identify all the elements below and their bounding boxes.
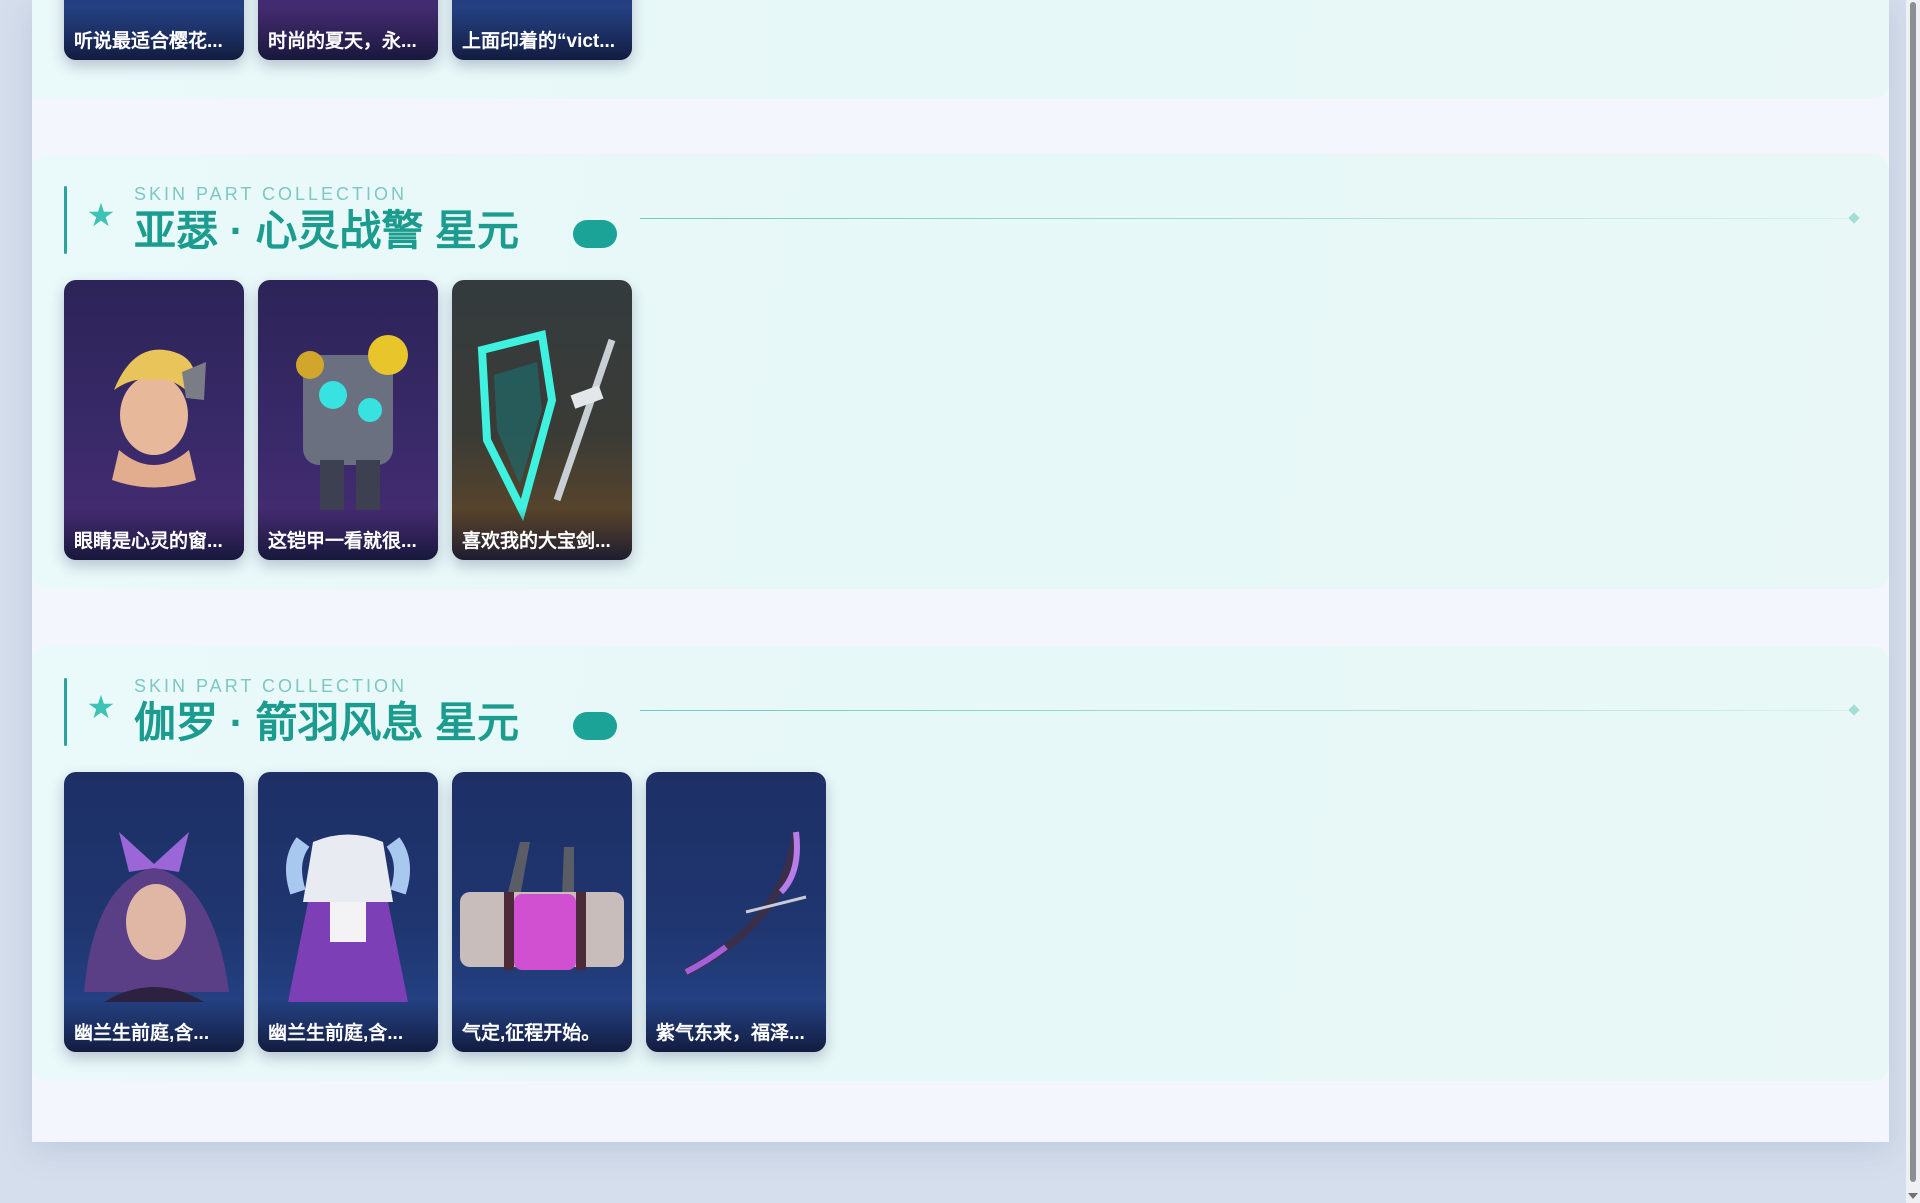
section-eyebrow: SKIN PART COLLECTION (134, 184, 408, 204)
section-title: 伽罗 · 箭羽风息 星元 (134, 699, 519, 746)
vertical-scrollbar[interactable] (1906, 0, 1920, 1203)
collection-section-top: 听说最适合樱花... 时尚的夏天，永... 上面印着的“vict... (32, 0, 1889, 99)
page-container: 听说最适合樱花... 时尚的夏天，永... 上面印着的“vict... ★ SK… (32, 0, 1889, 1142)
skin-part-card[interactable]: 这铠甲一看就很... (258, 280, 438, 560)
skin-part-card[interactable]: 气定,征程开始。 (452, 772, 632, 1052)
star-icon: ★ (86, 689, 116, 725)
section-eyebrow: SKIN PART COLLECTION (134, 676, 408, 696)
card-caption: 幽兰生前庭,含... (64, 1000, 244, 1052)
skin-part-card[interactable]: 时尚的夏天，永... (258, 0, 438, 60)
scroll-down-arrow-icon[interactable] (1908, 1193, 1918, 1199)
skin-part-card[interactable]: 紫气东来，福泽... (646, 772, 826, 1052)
pill-badge (573, 712, 617, 740)
collection-section-luara: ★ SKIN PART COLLECTION 伽罗 · 箭羽风息 星元 幽兰生前… (32, 646, 1889, 1081)
card-caption: 这铠甲一看就很... (258, 508, 438, 560)
skin-part-card[interactable]: 听说最适合樱花... (64, 0, 244, 60)
skin-part-card[interactable]: 幽兰生前庭,含... (258, 772, 438, 1052)
header-divider (640, 218, 1848, 219)
section-header: ★ SKIN PART COLLECTION 伽罗 · 箭羽风息 星元 (64, 676, 1864, 746)
card-caption: 眼睛是心灵的窗... (64, 508, 244, 560)
header-accent-bar (64, 186, 67, 254)
card-caption: 上面印着的“vict... (452, 8, 632, 60)
pill-badge (573, 220, 617, 248)
header-divider (640, 710, 1848, 711)
card-caption: 喜欢我的大宝剑... (452, 508, 632, 560)
card-caption: 幽兰生前庭,含... (258, 1000, 438, 1052)
section-title: 亚瑟 · 心灵战警 星元 (134, 207, 519, 254)
diamond-icon (1848, 704, 1860, 716)
diamond-icon (1848, 212, 1860, 224)
collection-section-arthur: ★ SKIN PART COLLECTION 亚瑟 · 心灵战警 星元 眼睛是心… (32, 154, 1889, 589)
header-accent-bar (64, 678, 67, 746)
skin-part-card[interactable]: 上面印着的“vict... (452, 0, 632, 60)
section-header: ★ SKIN PART COLLECTION 亚瑟 · 心灵战警 星元 (64, 184, 1864, 254)
card-caption: 气定,征程开始。 (452, 1000, 632, 1052)
card-caption: 紫气东来，福泽... (646, 1000, 826, 1052)
skin-part-card[interactable]: 喜欢我的大宝剑... (452, 280, 632, 560)
scrollbar-thumb[interactable] (1910, 2, 1916, 1182)
skin-part-card[interactable]: 眼睛是心灵的窗... (64, 280, 244, 560)
card-caption: 时尚的夏天，永... (258, 8, 438, 60)
skin-part-card[interactable]: 幽兰生前庭,含... (64, 772, 244, 1052)
star-icon: ★ (86, 197, 116, 233)
card-caption: 听说最适合樱花... (64, 8, 244, 60)
